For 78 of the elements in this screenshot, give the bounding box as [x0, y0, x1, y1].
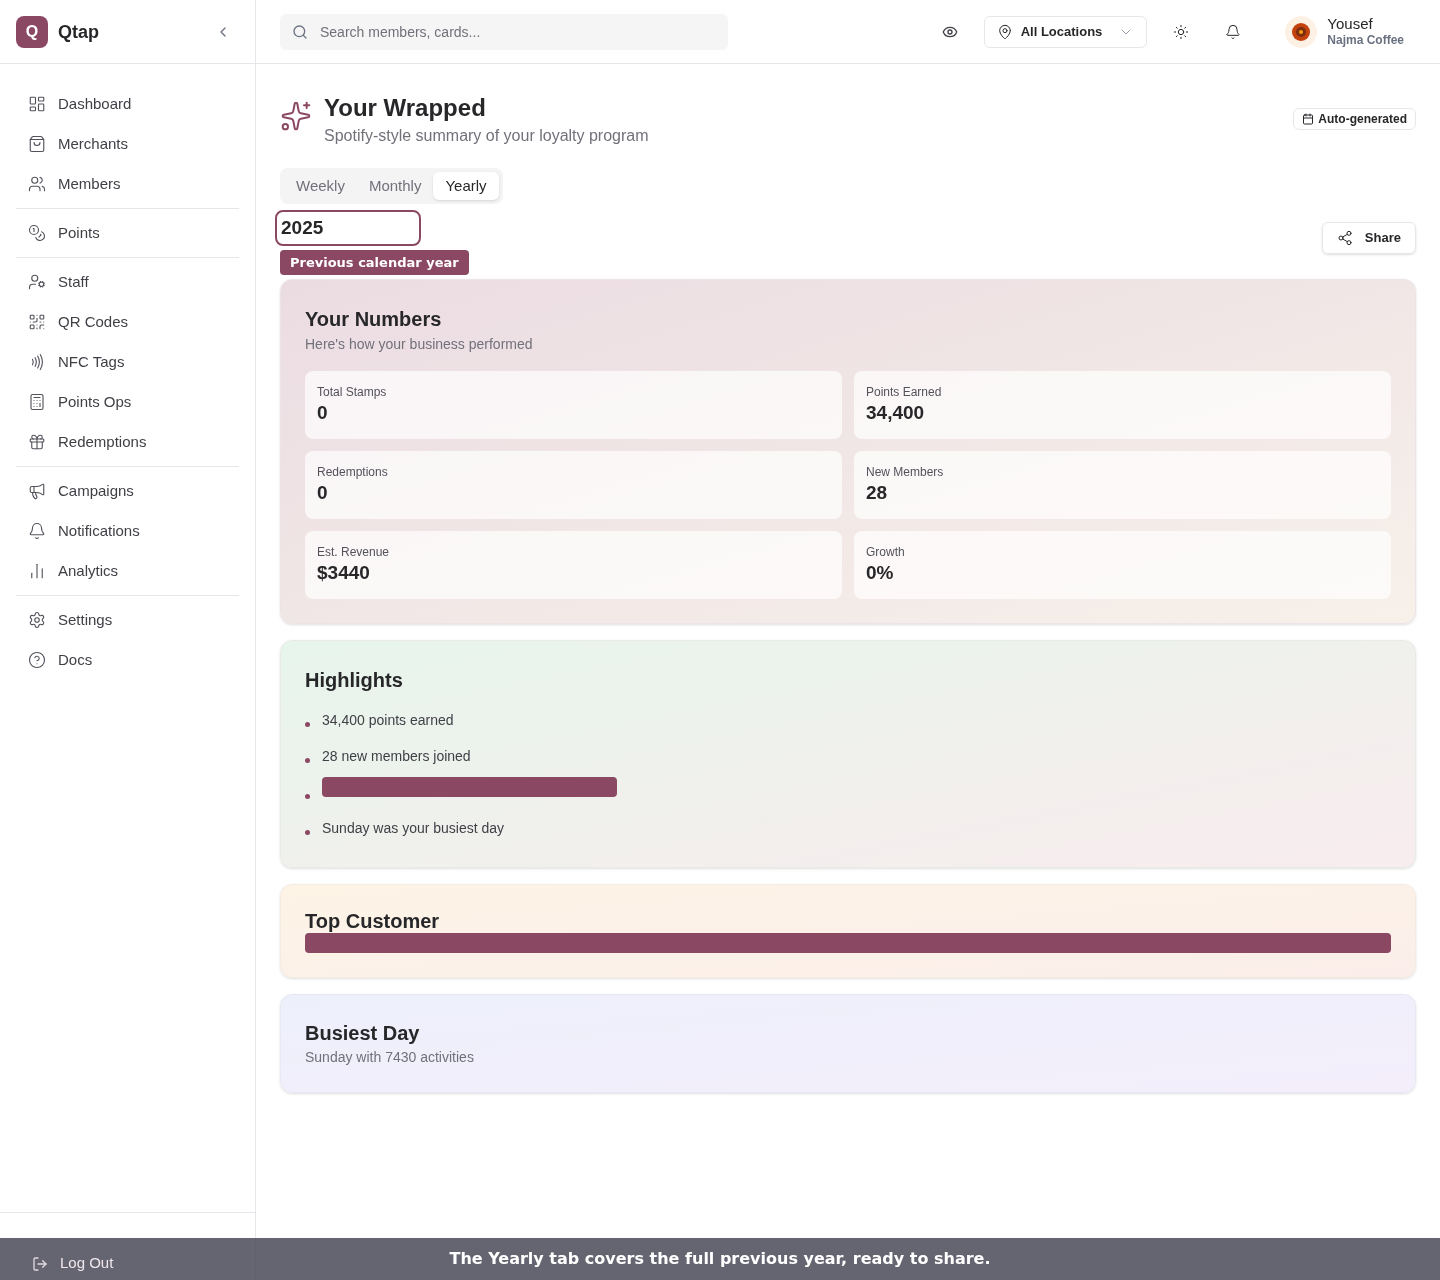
bullet-icon: [305, 830, 310, 835]
card-title: Your Numbers: [305, 307, 443, 332]
nav-item[interactable]: Docs: [16, 640, 239, 680]
highlight-text: 28 new members joined: [322, 747, 471, 766]
help-icon: [28, 651, 46, 669]
bell-icon: [28, 522, 46, 540]
nav-item[interactable]: Campaigns: [16, 471, 239, 511]
settings-icon: [28, 611, 46, 629]
stat-label: Redemptions: [317, 464, 389, 481]
nav-item[interactable]: Notifications: [16, 511, 239, 551]
stat-value: 0: [317, 481, 329, 505]
sun-icon[interactable]: [1173, 23, 1190, 40]
highlight-text: 34,400 points earned: [322, 711, 454, 730]
coins-icon: [28, 224, 46, 242]
nav-item[interactable]: Points: [16, 213, 239, 253]
auto-generated-badge: Auto-generated: [1293, 108, 1416, 130]
page-subtitle: Spotify-style summary of your loyalty program: [324, 126, 649, 146]
business-name: Najma Coffee: [1327, 33, 1404, 49]
stat-value: 0: [317, 401, 329, 425]
share-button[interactable]: Share: [1321, 222, 1416, 254]
banner-text: The Yearly tab covers the full previous year, ready to share.: [449, 1248, 991, 1270]
stat-label: Total Stamps: [317, 384, 388, 401]
card-subtitle: Sunday with 7430 activities: [305, 1048, 475, 1067]
stat-label: Growth: [866, 544, 906, 561]
tooltip: Previous calendar year: [280, 250, 469, 275]
nav-item[interactable]: QR Codes: [16, 302, 239, 342]
page-title: Your Wrapped: [324, 93, 487, 123]
logout-icon: [32, 1256, 48, 1272]
user-name: Yousef: [1327, 14, 1374, 34]
nav-item[interactable]: Redemptions: [16, 422, 239, 462]
calendar-icon: [1302, 113, 1315, 125]
users-icon: [28, 175, 46, 193]
year-field[interactable]: 2025: [275, 210, 421, 246]
stat-value: $3440: [317, 561, 371, 585]
nav-item[interactable]: Points Ops: [16, 382, 239, 422]
megaphone-icon: [28, 482, 46, 500]
period-tab[interactable]: Weekly: [284, 172, 357, 200]
notifications-icon[interactable]: [1225, 23, 1242, 40]
card-title: Highlights: [305, 668, 404, 693]
map-pin-icon: [996, 23, 1013, 40]
period-tab[interactable]: Monthly: [356, 172, 434, 200]
shopping-bag-icon: [28, 135, 46, 153]
bullet-icon: [305, 758, 310, 763]
search-field[interactable]: Search members, cards...: [280, 13, 728, 50]
stat-label: Points Earned: [866, 384, 943, 401]
stat-label: Est. Revenue: [317, 544, 391, 561]
nav-item[interactable]: Staff: [16, 262, 239, 302]
calculator-icon: [28, 393, 46, 411]
logo-badge: Q: [16, 15, 48, 48]
period-tab[interactable]: Yearly: [433, 172, 499, 200]
bullet-icon: [305, 722, 310, 727]
card-title: Busiest Day: [305, 1021, 421, 1046]
search-icon: [292, 23, 308, 40]
dashboard-icon: [28, 95, 46, 113]
nav-item[interactable]: Analytics: [16, 551, 239, 591]
qr-code-icon: [28, 313, 46, 331]
stat-value: 34,400: [866, 401, 926, 425]
user-gear-icon: [28, 273, 46, 291]
sparkles-icon: [280, 100, 312, 132]
brand-name: Qtap: [58, 20, 99, 44]
nav-item[interactable]: Settings: [16, 600, 239, 640]
card-title: Top Customer: [305, 909, 441, 933]
stat-value: 28: [866, 481, 889, 505]
share-icon: [1336, 230, 1353, 246]
bar-chart-icon: [28, 562, 46, 580]
highlight-text: Sunday was your busiest day: [322, 819, 505, 838]
stat-value: 0%: [866, 561, 895, 585]
logout-link[interactable]: Log Out: [60, 1251, 114, 1274]
bullet-icon: [305, 794, 310, 799]
card-subtitle: Here's how your business performed: [305, 335, 534, 354]
stat-label: New Members: [866, 464, 945, 481]
nav-item[interactable]: Members: [16, 164, 239, 204]
nav-item[interactable]: Merchants: [16, 124, 239, 164]
avatar-icon: [1285, 15, 1318, 48]
nav-item[interactable]: NFC Tags: [16, 342, 239, 382]
gift-icon: [28, 433, 46, 451]
nav-item[interactable]: Dashboard: [16, 84, 239, 124]
location-dropdown[interactable]: All Locations: [983, 15, 1148, 48]
